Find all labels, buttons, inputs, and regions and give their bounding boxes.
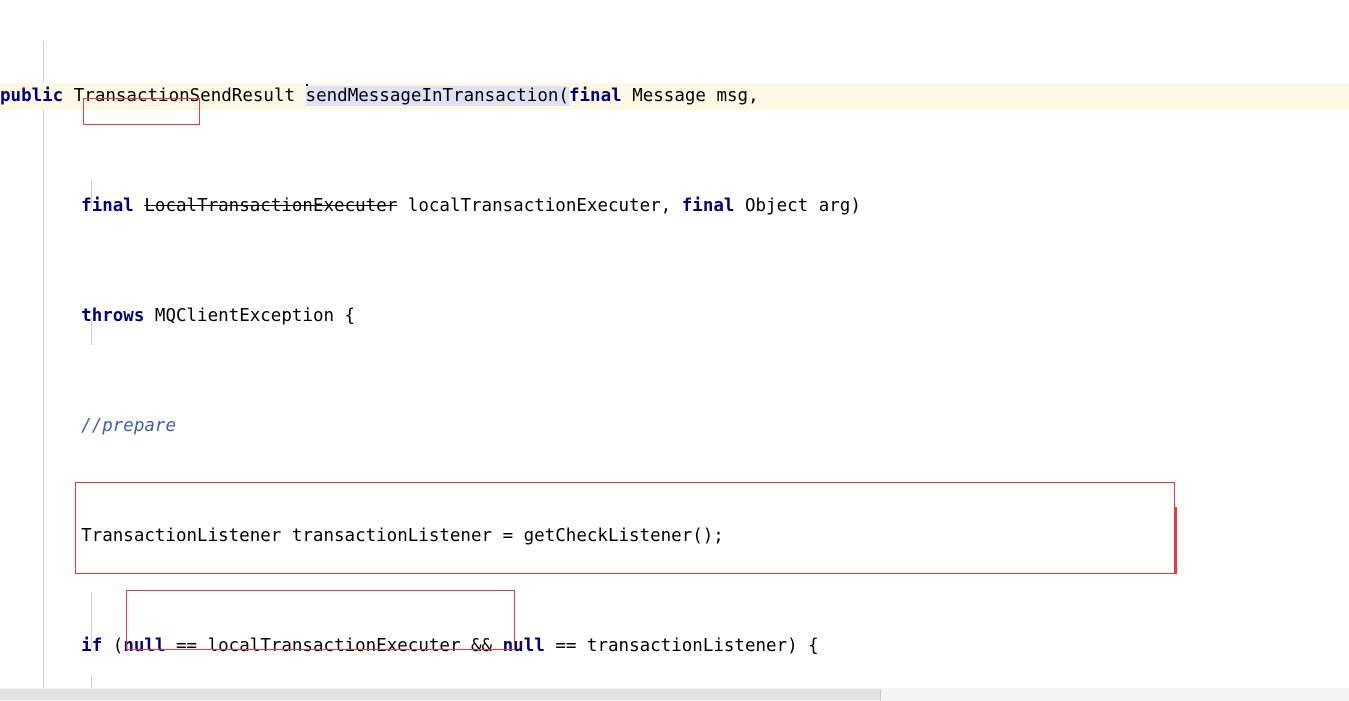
annotation-right-margin-line [1175,507,1177,574]
horizontal-scrollbar-track[interactable] [0,688,1349,701]
open-paren: ( [102,635,124,656]
param-object-arg: Object arg) [734,195,861,216]
keyword-final-1: final [568,85,622,106]
expr-part-1: == localTransactionExecuter && [165,635,503,656]
code-line-5[interactable]: TransactionListener transactionListener … [0,523,1349,551]
code-line-1[interactable]: public TransactionSendResult sendMessage… [0,82,1349,110]
keyword-if-1: if [81,635,103,656]
code-line-4[interactable]: //prepare [0,413,1349,441]
code-line-2[interactable]: final LocalTransactionExecuter localTran… [0,193,1349,221]
keyword-null-1: null [123,635,166,656]
code-line-3[interactable]: throws MQClientException { [0,303,1349,331]
keyword-final-3: final [681,195,735,216]
stmt-transactionlistener-decl: TransactionListener transactionListener … [39,525,724,546]
exception-mqclientexception: MQClientException { [144,305,356,326]
code-content[interactable]: public TransactionSendResult sendMessage… [0,0,1349,701]
param-message-msg: Message msg, [621,85,759,106]
keyword-final-2: final [81,195,134,216]
keyword-public: public [0,85,64,106]
code-editor[interactable]: public TransactionSendResult sendMessage… [0,0,1349,701]
horizontal-scrollbar-thumb[interactable] [0,689,881,700]
param-localtransactionexecuter: localTransactionExecuter, [397,195,682,216]
open-paren: ( [558,85,569,106]
keyword-null-2: null [502,635,545,656]
expr-part-2: == transactionListener) { [544,635,819,656]
deprecated-type-localtransactionexecuter: LocalTransactionExecuter [144,195,398,216]
code-line-6[interactable]: if (null == localTransactionExecuter && … [0,633,1349,661]
type-transactionsendresult: TransactionSendResult [63,85,306,106]
keyword-throws: throws [81,305,145,326]
comment-prepare: //prepare [81,415,176,436]
method-name-selected[interactable]: sendMessageInTransaction [305,85,559,106]
